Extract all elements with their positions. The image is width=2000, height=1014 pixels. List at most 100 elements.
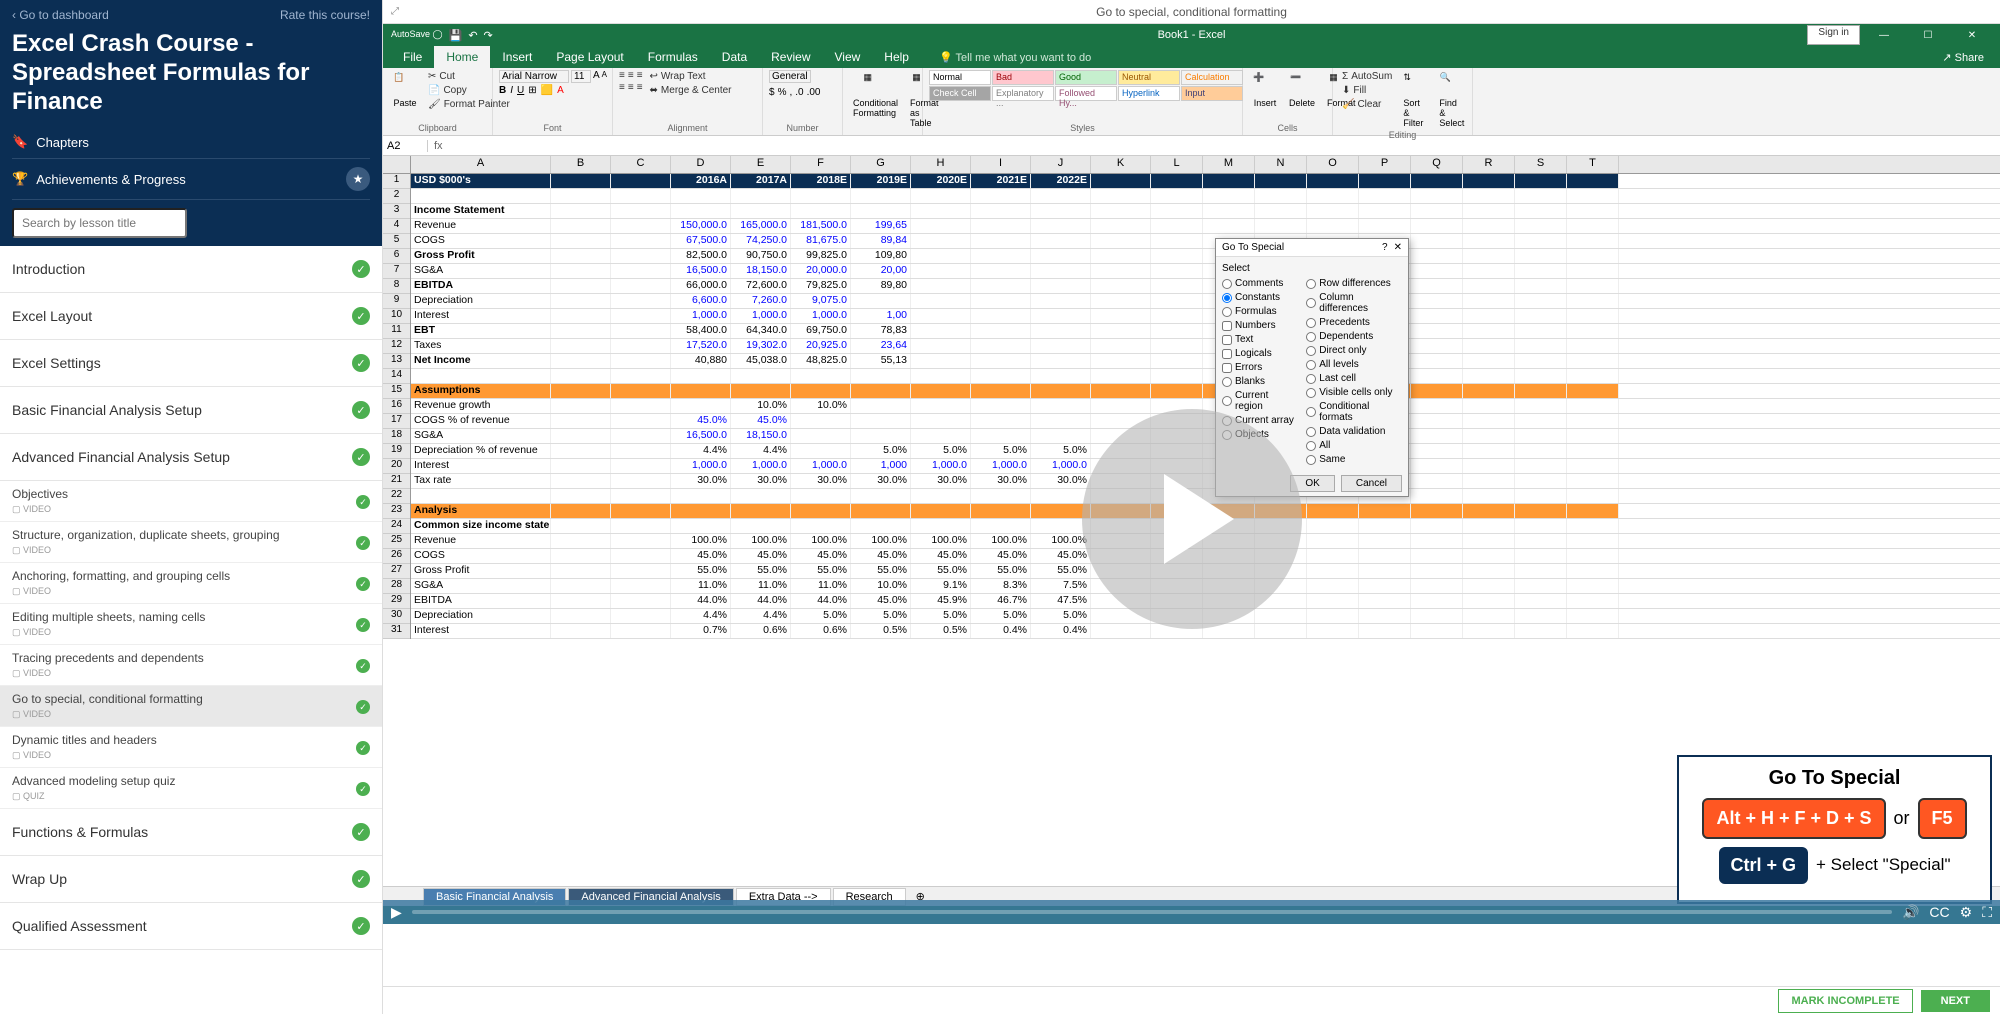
dialog-option[interactable]: Column differences [1306, 292, 1402, 314]
border-button[interactable]: ⊞ [528, 85, 536, 96]
row-header[interactable]: 9 [383, 294, 410, 309]
dialog-option[interactable]: Row differences [1306, 278, 1402, 289]
grow-font-icon[interactable]: A [593, 70, 600, 83]
dialog-help-icon[interactable]: ? [1382, 242, 1388, 253]
cc-icon[interactable]: CC [1929, 904, 1949, 920]
tell-me-search[interactable]: 💡 Tell me what you want to do [935, 47, 1095, 68]
align-middle-icon[interactable]: ≡ [628, 70, 634, 81]
ribbon-tab-file[interactable]: File [391, 46, 434, 68]
cell-style-option[interactable]: Check Cell [929, 86, 991, 101]
save-icon[interactable]: 💾 [449, 29, 463, 42]
cell-style-option[interactable]: Input [1181, 86, 1243, 101]
lesson-item[interactable]: Go to special, conditional formatting▢ V… [0, 686, 382, 727]
mark-incomplete-button[interactable]: MARK INCOMPLETE [1778, 989, 1912, 1013]
row-header[interactable]: 22 [383, 489, 410, 504]
fill-color-button[interactable]: 🟨 [541, 85, 553, 96]
chapter-item[interactable]: Wrap Up✓ [0, 856, 382, 903]
row-header[interactable]: 31 [383, 624, 410, 639]
dialog-option[interactable]: Same [1306, 454, 1402, 465]
dialog-option[interactable]: Formulas [1222, 306, 1296, 317]
undo-icon[interactable]: ↶ [468, 29, 477, 42]
row-header[interactable]: 10 [383, 309, 410, 324]
increase-decimal-icon[interactable]: .0 [795, 87, 803, 98]
dialog-option[interactable]: Data validation [1306, 426, 1402, 437]
lesson-item[interactable]: Tracing precedents and dependents▢ VIDEO… [0, 645, 382, 686]
back-to-dashboard[interactable]: ‹ Go to dashboard [12, 8, 109, 22]
cell-style-option[interactable]: Hyperlink [1118, 86, 1180, 101]
dialog-option[interactable]: All levels [1306, 359, 1402, 370]
cell-style-option[interactable]: Explanatory ... [992, 86, 1054, 101]
lesson-item[interactable]: Advanced modeling setup quiz▢ QUIZ✓ [0, 768, 382, 809]
row-header[interactable]: 5 [383, 234, 410, 249]
row-header[interactable]: 16 [383, 399, 410, 414]
ribbon-tab-review[interactable]: Review [759, 46, 822, 68]
ribbon-tab-home[interactable]: Home [434, 46, 490, 68]
share-button[interactable]: ↗ Share [1934, 47, 1992, 68]
column-header[interactable]: M [1203, 156, 1255, 173]
close-icon[interactable]: ✕ [1952, 25, 1992, 45]
ribbon-tab-insert[interactable]: Insert [490, 46, 544, 68]
row-header[interactable]: 23 [383, 504, 410, 519]
wrap-text-button[interactable]: ↩ Wrap Text [647, 70, 735, 83]
name-box[interactable]: A2 [383, 140, 428, 152]
dialog-option[interactable]: Dependents [1306, 331, 1402, 342]
ribbon-tab-help[interactable]: Help [872, 46, 921, 68]
cell-styles-gallery[interactable]: NormalBadGoodNeutralCalculationCheck Cel… [929, 70, 1236, 101]
row-header[interactable]: 20 [383, 459, 410, 474]
shrink-font-icon[interactable]: A [602, 70, 607, 83]
cell-style-option[interactable]: Followed Hy... [1055, 86, 1117, 101]
minimize-icon[interactable]: — [1864, 25, 1904, 45]
column-header[interactable]: F [791, 156, 851, 173]
row-header[interactable]: 30 [383, 609, 410, 624]
cell-style-option[interactable]: Normal [929, 70, 991, 85]
row-header[interactable]: 4 [383, 219, 410, 234]
lesson-item[interactable]: Dynamic titles and headers▢ VIDEO✓ [0, 727, 382, 768]
font-name-select[interactable]: Arial Narrow [499, 70, 569, 83]
align-bottom-icon[interactable]: ≡ [637, 70, 643, 81]
column-header[interactable]: S [1515, 156, 1567, 173]
dialog-option[interactable]: Direct only [1306, 345, 1402, 356]
sort-filter-button[interactable]: ⇅Sort & Filter [1399, 70, 1431, 130]
currency-icon[interactable]: $ [769, 87, 775, 98]
play-button[interactable] [1082, 409, 1302, 629]
ribbon-tab-view[interactable]: View [823, 46, 873, 68]
row-header[interactable]: 12 [383, 339, 410, 354]
row-header[interactable]: 18 [383, 429, 410, 444]
column-header[interactable]: K [1091, 156, 1151, 173]
cell-style-option[interactable]: Neutral [1118, 70, 1180, 85]
italic-button[interactable]: I [510, 85, 513, 96]
row-header[interactable]: 15 [383, 384, 410, 399]
fx-icon[interactable]: fx [428, 140, 449, 152]
dialog-option[interactable]: Conditional formats [1306, 401, 1402, 423]
ribbon-tab-page-layout[interactable]: Page Layout [544, 46, 635, 68]
align-center-icon[interactable]: ≡ [628, 82, 634, 93]
dialog-option[interactable]: Last cell [1306, 373, 1402, 384]
column-header[interactable]: R [1463, 156, 1515, 173]
progress-bar[interactable] [412, 910, 1892, 914]
align-top-icon[interactable]: ≡ [619, 70, 625, 81]
cell-style-option[interactable]: Calculation [1181, 70, 1243, 85]
font-size-select[interactable]: 11 [571, 70, 591, 83]
cell-style-option[interactable]: Bad [992, 70, 1054, 85]
maximize-icon[interactable]: ☐ [1908, 25, 1948, 45]
cell-style-option[interactable]: Good [1055, 70, 1117, 85]
comma-icon[interactable]: , [789, 87, 792, 98]
column-header[interactable]: C [611, 156, 671, 173]
font-color-button[interactable]: A [557, 85, 564, 96]
dialog-option[interactable]: Text [1222, 334, 1296, 345]
achievements-nav[interactable]: 🏆 Achievements & Progress ★ [12, 158, 370, 200]
dialog-option[interactable]: Numbers [1222, 320, 1296, 331]
find-select-button[interactable]: 🔍Find & Select [1435, 70, 1468, 130]
column-header[interactable]: D [671, 156, 731, 173]
chapter-item[interactable]: Excel Settings✓ [0, 340, 382, 387]
row-header[interactable]: 29 [383, 594, 410, 609]
column-header[interactable]: N [1255, 156, 1307, 173]
chapter-item[interactable]: Basic Financial Analysis Setup✓ [0, 387, 382, 434]
column-header[interactable]: H [911, 156, 971, 173]
column-header[interactable]: Q [1411, 156, 1463, 173]
lesson-item[interactable]: Structure, organization, duplicate sheet… [0, 522, 382, 563]
row-header[interactable]: 8 [383, 279, 410, 294]
paste-button[interactable]: 📋 Paste [389, 70, 421, 110]
insert-cells-button[interactable]: ➕Insert [1249, 70, 1281, 110]
dialog-option[interactable]: Errors [1222, 362, 1296, 373]
